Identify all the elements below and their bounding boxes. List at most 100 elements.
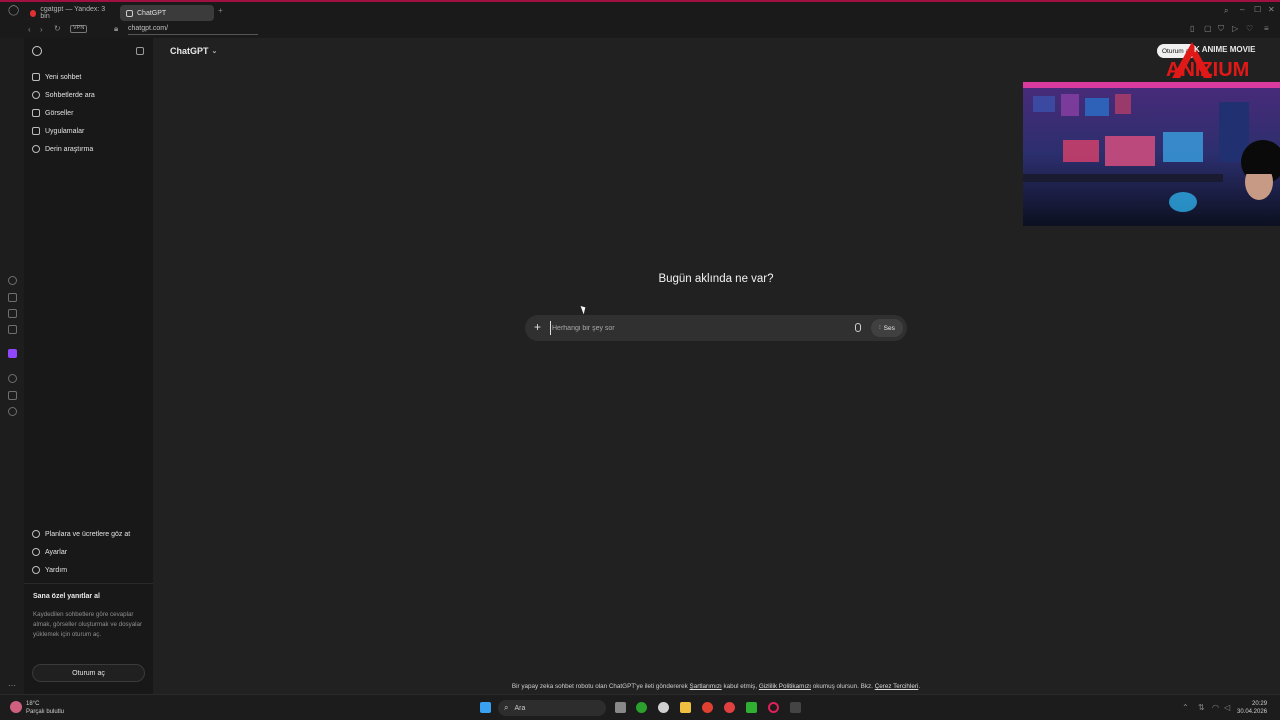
maximize-icon[interactable]: ☐: [1254, 6, 1261, 14]
sidebar-item-search[interactable]: Sohbetlerde ara: [32, 91, 95, 99]
voice-button[interactable]: ⫶ Ses: [871, 319, 903, 337]
logo-title: ANIZIUM: [1166, 59, 1249, 80]
game-launcher-icon[interactable]: [746, 702, 757, 713]
url-field[interactable]: chatgpt.com/: [128, 25, 168, 32]
footer-end: .: [918, 683, 921, 690]
weather-widget[interactable]: 18°C Parçalı bulutlu: [26, 700, 64, 716]
weather-icon: [10, 701, 22, 713]
plans-icon: [32, 530, 40, 538]
address-bar: ‹ › ↻ VPN 🔒︎ chatgpt.com/ ▯ ▢ ⛉ ▷ ♡ ≡: [0, 22, 1280, 38]
heart-icon[interactable]: ♡: [1246, 25, 1253, 33]
cookies-link[interactable]: Çerez Tercihleri: [875, 683, 919, 690]
sidebar-item-images[interactable]: Görseller: [32, 109, 73, 117]
forward-icon[interactable]: ›: [40, 26, 43, 34]
composer: + ⫶ Ses: [525, 315, 907, 341]
prompt-input[interactable]: [550, 321, 840, 335]
history-icon[interactable]: [8, 276, 17, 285]
search-tabs-icon[interactable]: ⌕: [1224, 7, 1228, 15]
chatgpt-logo-icon[interactable]: [32, 46, 42, 56]
close-icon[interactable]: ✕: [1268, 6, 1275, 14]
clock-date: 30.04.2026: [1237, 709, 1268, 715]
tray-chevron-icon[interactable]: ⌃: [1182, 704, 1189, 712]
new-tab-icon[interactable]: +: [218, 7, 223, 15]
mouse-cursor: [580, 304, 588, 315]
app-icon[interactable]: [724, 702, 735, 713]
footer-suffix: okumuş olursun. Bkz.: [810, 683, 875, 690]
browser-tab-bar: ◯ cgatgpt — Yandex: 3 bin ChatGPT + ⌕ – …: [0, 0, 1280, 22]
settings-icon[interactable]: [8, 407, 17, 416]
sidebar-item-label: Sohbetlerde ara: [45, 91, 95, 99]
sidebar-item-deep-research[interactable]: Derin araştırma: [32, 145, 93, 153]
url-underline: [128, 34, 258, 35]
waveform-icon: ⫶: [879, 324, 881, 331]
workspaces-icon[interactable]: [8, 293, 17, 302]
opera-taskbar-icon[interactable]: [768, 702, 779, 713]
sidebar-item-help[interactable]: Yardım: [32, 566, 67, 574]
yandex-icon: [30, 9, 37, 17]
weather-temp: 18°C: [26, 701, 40, 707]
file-explorer-icon[interactable]: [680, 702, 691, 713]
webcam-overlay: [1023, 82, 1280, 226]
terminal-icon[interactable]: [790, 702, 801, 713]
sidebar-item-label: Derin araştırma: [45, 145, 94, 153]
taskbar-clock[interactable]: 20:29 30.04.2026: [1237, 700, 1267, 716]
task-view-icon[interactable]: [615, 702, 626, 713]
sidebar-item-label: Yardım: [45, 566, 68, 574]
sidebar-item-label: Uygulamalar: [45, 127, 85, 135]
bookmark-icon[interactable]: ▯: [1190, 25, 1194, 33]
sidebar-item-new-chat[interactable]: Yeni sohbet: [32, 73, 81, 81]
login-button[interactable]: Oturum aç: [32, 664, 145, 682]
chatgpt-sidebar: Yeni sohbet Sohbetlerde ara Görseller Uy…: [24, 38, 153, 694]
twitch-icon[interactable]: [8, 349, 17, 358]
sidebar-item-plans[interactable]: Planlara ve ücretlere göz at: [32, 530, 130, 538]
steam-icon[interactable]: [658, 702, 669, 713]
image-icon: [32, 109, 40, 117]
volume-icon[interactable]: ◁: [1224, 704, 1230, 712]
privacy-link[interactable]: Gizlilik Politikamızı: [759, 683, 811, 690]
plus-icon[interactable]: +: [534, 320, 541, 334]
sidebar-item-settings[interactable]: Ayarlar: [32, 548, 67, 556]
mic-icon[interactable]: [855, 323, 861, 332]
more-icon[interactable]: ⋯: [8, 682, 16, 690]
sidebar-divider: [24, 583, 153, 584]
chrome-icon[interactable]: [702, 702, 713, 713]
sidebar-item-label: Ayarlar: [45, 548, 68, 556]
edit-icon: [32, 73, 40, 81]
xbox-icon[interactable]: [636, 702, 647, 713]
messenger-icon[interactable]: [8, 325, 17, 334]
snapshot-icon[interactable]: ▢: [1204, 25, 1212, 33]
play-icon[interactable]: ▷: [1232, 25, 1238, 33]
tab-yandex[interactable]: cgatgpt — Yandex: 3 bin: [24, 5, 116, 21]
clock-icon[interactable]: [8, 374, 17, 383]
lock-icon: 🔒︎: [114, 24, 119, 33]
sidebar-item-apps[interactable]: Uygulamalar: [32, 127, 84, 135]
apps-icon: [32, 127, 40, 135]
windows-start-icon[interactable]: [480, 702, 491, 713]
extensions-icon[interactable]: [8, 309, 17, 318]
model-label: ChatGPT: [170, 46, 209, 56]
minimize-icon[interactable]: –: [1240, 6, 1244, 14]
network-icon[interactable]: ⇅: [1198, 704, 1205, 712]
opera-logo-icon[interactable]: ◯: [8, 6, 19, 16]
shield-icon[interactable]: ⛉: [1218, 25, 1224, 33]
footer-disclaimer: Bir yapay zeka sohbet robotu olan ChatGP…: [400, 683, 1032, 690]
pin-icon[interactable]: [8, 391, 17, 400]
help-icon: [32, 566, 40, 574]
taskbar-search[interactable]: ⌕ Ara: [498, 700, 606, 716]
sidebar-toggle-icon[interactable]: [136, 47, 144, 55]
back-icon[interactable]: ‹: [28, 26, 31, 34]
search-icon: ⌕: [504, 703, 509, 712]
model-selector[interactable]: ChatGPT ⌄: [170, 46, 217, 56]
weather-desc: Parçalı bulutlu: [26, 709, 65, 715]
taskbar-search-label: Ara: [514, 704, 526, 712]
menu-icon[interactable]: ≡: [1264, 25, 1269, 33]
sidebar-item-label: Görseller: [45, 109, 74, 117]
tab-chatgpt[interactable]: ChatGPT: [120, 5, 214, 21]
search-icon: [32, 91, 40, 99]
wifi-icon[interactable]: ◠: [1212, 704, 1219, 712]
vpn-badge[interactable]: VPN: [70, 25, 88, 33]
terms-link[interactable]: Şartlarımızı: [690, 683, 722, 690]
reload-icon[interactable]: ↻: [54, 25, 61, 33]
voice-label: Ses: [883, 324, 895, 332]
anizium-logo-graphic: K ANIME MOVIE ANIZIUM: [1166, 42, 1256, 81]
